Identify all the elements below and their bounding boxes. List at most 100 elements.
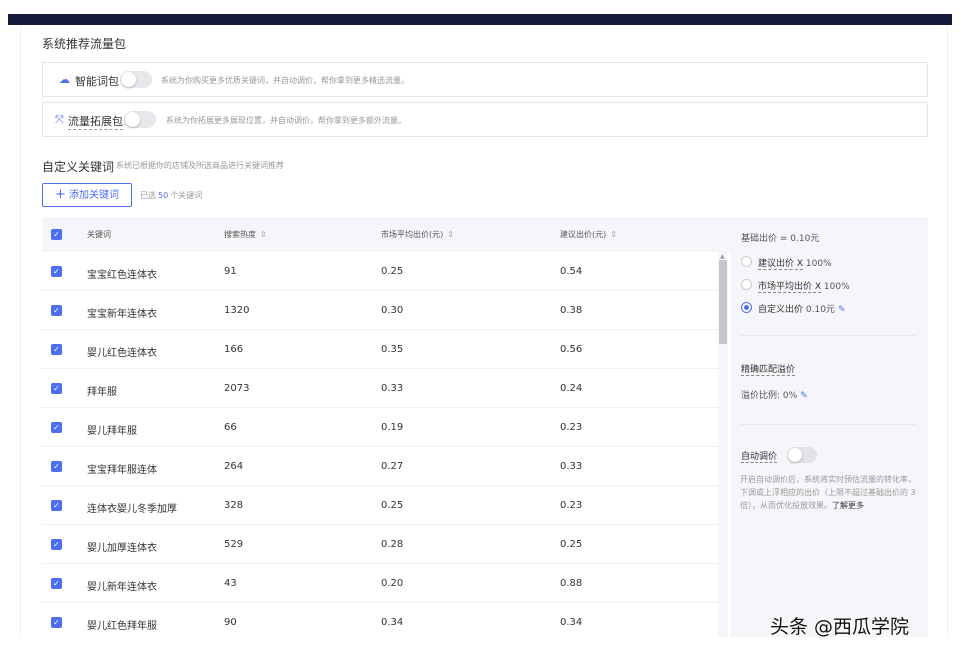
cell-heat: 1320	[224, 305, 250, 316]
row-checkbox[interactable]: ✓	[51, 461, 62, 472]
radio-suggest-bid[interactable]	[741, 256, 752, 267]
keyword-table: ✓ 关键词 搜索热度 ⇕ 市场平均出价(元) ⇕ 建议出价(元) ⇕ ✓ 宝宝红色连体衣…	[42, 217, 730, 637]
header-avg-label: 市场平均出价(元)	[381, 230, 444, 239]
cell-avg-bid: 0.34	[381, 617, 404, 628]
top-bar	[8, 14, 952, 25]
expand-package-desc: 系统为你拓展更多展现位置，并自动调价，帮你拿到更多额外流量。	[166, 116, 406, 125]
option-suggest-value: 100%	[805, 259, 832, 269]
premium-ratio: 溢价比例: 0% ✎	[741, 388, 808, 401]
option-market-bid[interactable]: 市场平均出价 X 100%	[758, 279, 850, 293]
bid-settings-panel: 基础出价 = 0.10元 建议出价 X 100% 市场平均出价 X 100% 自…	[730, 217, 928, 637]
learn-more-link[interactable]: 了解更多	[832, 501, 864, 510]
cell-keyword: 连体衣婴儿冬季加厚	[87, 504, 177, 515]
scroll-up-icon[interactable]: ▲	[720, 253, 725, 260]
divider	[740, 424, 916, 425]
table-row[interactable]: ✓ 婴儿新年连体衣 43 0.20 0.88	[42, 564, 718, 603]
cell-avg-bid: 0.30	[381, 305, 404, 316]
row-checkbox[interactable]: ✓	[51, 344, 62, 355]
table-header: ✓ 关键词 搜索热度 ⇕ 市场平均出价(元) ⇕ 建议出价(元) ⇕	[42, 217, 730, 252]
table-row[interactable]: ✓ 拜年服 2073 0.33 0.24	[42, 369, 718, 408]
table-scrollbar[interactable]: ▲	[718, 252, 728, 637]
smart-package-toggle[interactable]	[120, 71, 152, 88]
cell-suggest-bid: 0.54	[560, 266, 583, 277]
cell-heat: 328	[224, 500, 244, 511]
expand-package-toggle[interactable]	[124, 111, 156, 128]
radio-market-bid[interactable]	[741, 279, 752, 290]
cell-keyword: 婴儿拜年服	[87, 426, 137, 437]
cell-avg-bid: 0.25	[381, 500, 404, 511]
expand-icon: ⤧	[55, 113, 64, 126]
row-checkbox[interactable]: ✓	[51, 266, 62, 277]
row-checkbox[interactable]: ✓	[51, 578, 62, 589]
radio-custom-bid[interactable]	[741, 302, 752, 313]
auto-adjust-desc-text: 开启自动调价后，系统将实时预估流量的转化率，下调或上浮相应的出价（上限不超过基础…	[740, 475, 916, 510]
exact-match-title: 精确匹配溢价	[741, 362, 796, 376]
table-row[interactable]: ✓ 婴儿拜年服 66 0.19 0.23	[42, 408, 718, 447]
cell-heat: 2073	[224, 383, 250, 394]
add-keyword-button[interactable]: + 添加关键词	[42, 183, 132, 207]
table-row[interactable]: ✓ 婴儿红色拜年服 90 0.34 0.34	[42, 603, 718, 637]
cell-avg-bid: 0.20	[381, 578, 404, 589]
cell-avg-bid: 0.33	[381, 383, 404, 394]
row-checkbox[interactable]: ✓	[51, 539, 62, 550]
edit-icon[interactable]: ✎	[838, 305, 846, 315]
table-row[interactable]: ✓ 婴儿加厚连体衣 529 0.28 0.25	[42, 525, 718, 564]
table-row[interactable]: ✓ 宝宝红色连体衣 91 0.25 0.54	[42, 252, 718, 291]
header-suggest-bid[interactable]: 建议出价(元) ⇕	[560, 229, 617, 240]
cell-heat: 90	[224, 617, 237, 628]
selected-suffix: 个关键词	[170, 191, 203, 200]
row-checkbox[interactable]: ✓	[51, 422, 62, 433]
cell-heat: 166	[224, 344, 244, 355]
custom-keyword-subtitle: 系统已根据你的店铺及所选商品进行关键词推荐	[116, 161, 284, 170]
option-suggest-bid[interactable]: 建议出价 X 100%	[758, 256, 832, 270]
cell-keyword: 宝宝新年连体衣	[87, 309, 157, 320]
sort-icon: ⇕	[260, 230, 267, 239]
section-title: 系统推荐流量包	[42, 37, 127, 51]
header-suggest-label: 建议出价(元)	[560, 230, 607, 239]
header-heat[interactable]: 搜索热度 ⇕	[224, 229, 267, 240]
header-avg-bid[interactable]: 市场平均出价(元) ⇕	[381, 229, 454, 240]
cell-suggest-bid: 0.34	[560, 617, 583, 628]
table-row[interactable]: ✓ 连体衣婴儿冬季加厚 328 0.25 0.23	[42, 486, 718, 525]
header-heat-label: 搜索热度	[224, 230, 256, 239]
sort-icon: ⇕	[610, 230, 617, 239]
row-checkbox[interactable]: ✓	[51, 617, 62, 628]
divider	[740, 335, 916, 336]
cell-avg-bid: 0.28	[381, 539, 404, 550]
edit-icon[interactable]: ✎	[800, 391, 808, 401]
auto-adjust-title: 自动调价	[741, 449, 778, 463]
smart-package-desc: 系统为你购买更多优质关键词，并自动调价，帮你拿到更多精选流量。	[161, 76, 409, 85]
auto-adjust-desc: 开启自动调价后，系统将实时预估流量的转化率，下调或上浮相应的出价（上限不超过基础…	[740, 473, 920, 512]
custom-keyword-title: 自定义关键词	[42, 160, 115, 174]
select-all-checkbox[interactable]: ✓	[51, 229, 62, 240]
option-market-label: 市场平均出价 X	[758, 282, 822, 293]
cell-suggest-bid: 0.56	[560, 344, 583, 355]
exact-match-label: 精确匹配溢价	[741, 365, 796, 376]
watermark: 头条 @西瓜学院	[770, 616, 910, 638]
row-checkbox[interactable]: ✓	[51, 383, 62, 394]
cell-suggest-bid: 0.88	[560, 578, 583, 589]
option-custom-bid[interactable]: 自定义出价 0.10元 ✎	[758, 302, 845, 315]
cell-avg-bid: 0.19	[381, 422, 404, 433]
cell-keyword: 拜年服	[87, 387, 117, 398]
cell-suggest-bid: 0.33	[560, 461, 583, 472]
auto-adjust-label: 自动调价	[741, 452, 778, 463]
cell-suggest-bid: 0.24	[560, 383, 583, 394]
selected-prefix: 已选	[140, 191, 156, 200]
row-checkbox[interactable]: ✓	[51, 305, 62, 316]
add-keyword-label: 添加关键词	[68, 190, 119, 201]
table-row[interactable]: ✓ 宝宝新年连体衣 1320 0.30 0.38	[42, 291, 718, 330]
cell-suggest-bid: 0.25	[560, 539, 583, 550]
option-market-value: 100%	[823, 282, 850, 292]
row-checkbox[interactable]: ✓	[51, 500, 62, 511]
cell-keyword: 婴儿新年连体衣	[87, 582, 157, 593]
scrollbar-thumb[interactable]	[719, 260, 727, 344]
smart-package-label: 智能词包	[75, 75, 119, 88]
expand-package-label: 流量拓展包	[68, 115, 123, 130]
selected-count: 已选 50 个关键词	[140, 190, 202, 201]
cell-keyword: 宝宝红色连体衣	[87, 270, 157, 281]
auto-adjust-toggle[interactable]	[787, 447, 817, 463]
option-suggest-label: 建议出价 X	[758, 259, 804, 270]
table-row[interactable]: ✓ 婴儿红色连体衣 166 0.35 0.56	[42, 330, 718, 369]
table-row[interactable]: ✓ 宝宝拜年服连体 264 0.27 0.33	[42, 447, 718, 486]
